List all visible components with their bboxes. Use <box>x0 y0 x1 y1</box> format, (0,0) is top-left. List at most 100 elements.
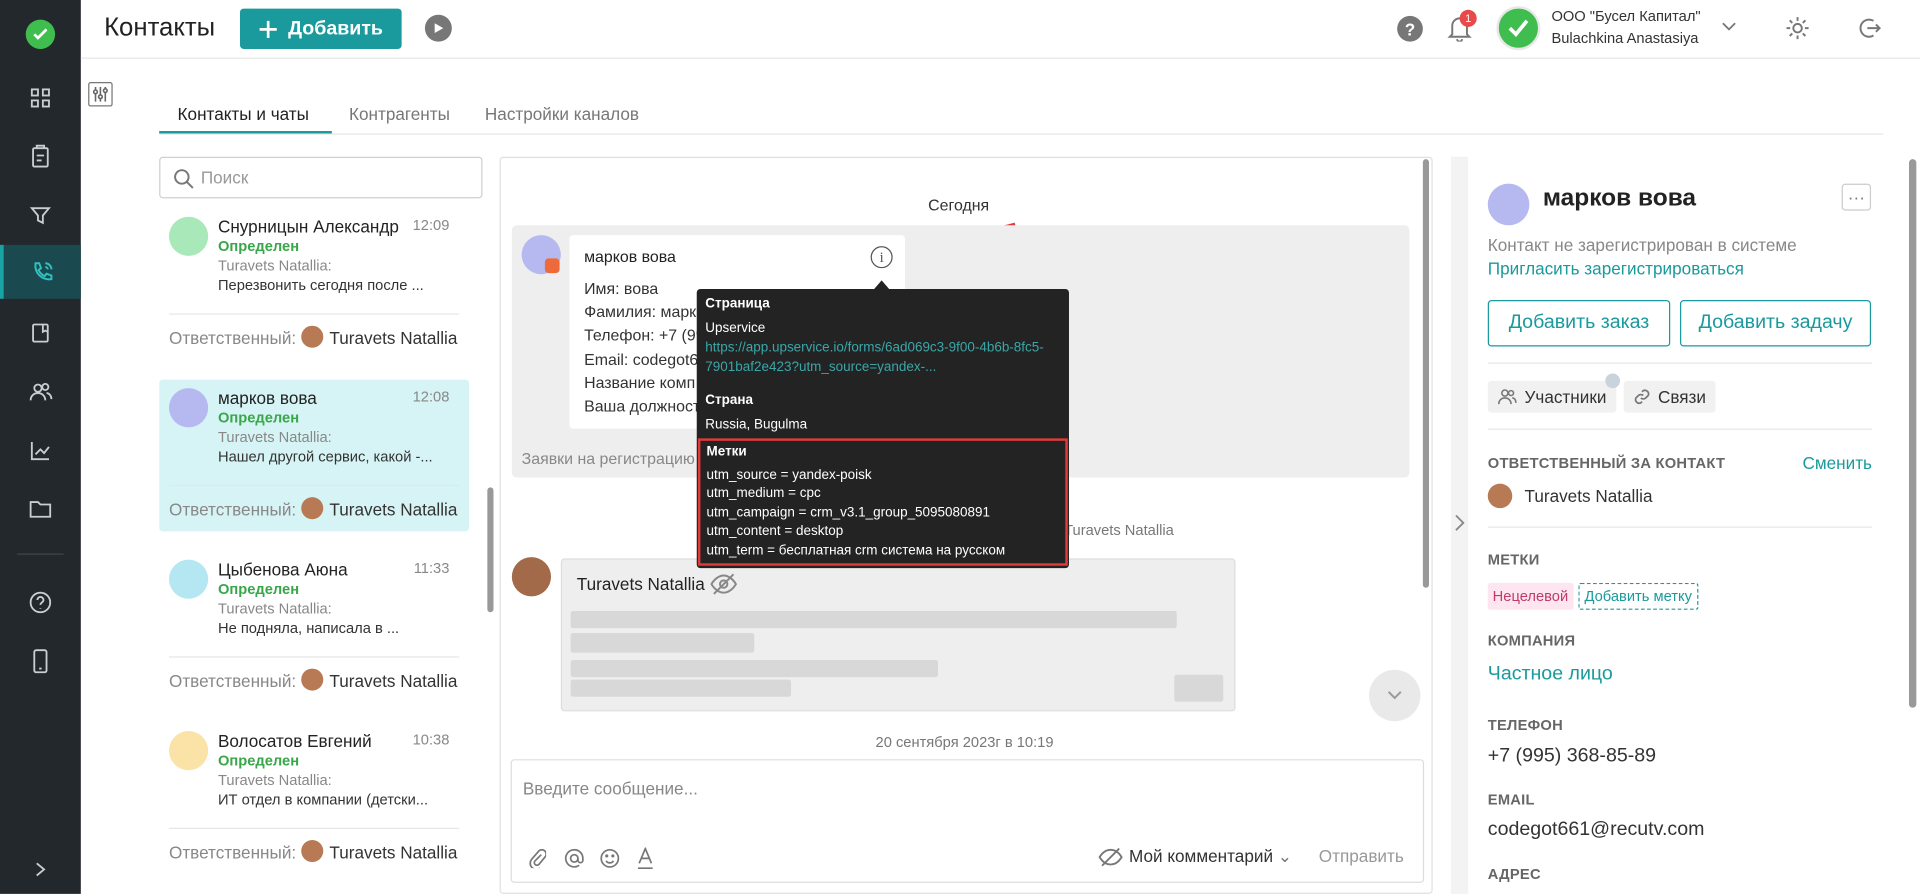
blurred-text <box>1174 674 1224 702</box>
contacts-phone-icon[interactable] <box>0 244 81 299</box>
folder-icon[interactable] <box>0 482 81 536</box>
orders-icon[interactable] <box>0 130 81 184</box>
email-value[interactable]: codegot661@recutv.com <box>1488 819 1705 841</box>
form-line: Телефон: +7 (99 <box>584 325 705 345</box>
last-message: Не подняла, написала в ... <box>217 619 400 637</box>
responsible-avatar <box>301 668 324 691</box>
chevron-down-icon[interactable] <box>1720 21 1737 33</box>
responsible-label: Ответственный: <box>168 328 297 348</box>
responsible-avatar <box>1487 483 1513 509</box>
mobile-icon[interactable] <box>0 634 81 688</box>
form-line: Ваша должност <box>584 396 701 416</box>
book-icon[interactable] <box>0 306 81 360</box>
details-scrollbar[interactable] <box>1908 159 1917 708</box>
help-circle-icon[interactable] <box>0 576 81 630</box>
contact-card[interactable]: Волосатов Евгений 10:38 Определен Turave… <box>159 722 469 875</box>
add-tag-button[interactable]: Добавить метку <box>1578 582 1699 610</box>
last-message: Нашел другой сервис, какой -... <box>217 448 433 466</box>
change-responsible-link[interactable]: Сменить <box>1802 453 1872 473</box>
message-placeholder: Введите сообщение... <box>522 778 698 799</box>
avatar <box>168 559 209 599</box>
contact-card-selected[interactable]: марков вова 12:08 Определен Turavets Nat… <box>159 379 469 532</box>
add-task-button[interactable]: Добавить задачу <box>1680 300 1872 347</box>
send-button[interactable]: Отправить <box>1319 846 1404 866</box>
scroll-down-button[interactable] <box>1368 669 1421 722</box>
card-divider <box>168 484 460 487</box>
mention-icon[interactable] <box>564 848 584 869</box>
add-order-button[interactable]: Добавить заказ <box>1487 300 1671 347</box>
form-line: Email: codegot6 <box>584 350 699 369</box>
company-avatar[interactable] <box>1496 6 1541 51</box>
responsible-label: Ответственный: <box>168 499 297 520</box>
operator-message: Turavets Natallia <box>560 558 1236 712</box>
contact-time: 12:08 <box>412 388 450 406</box>
blurred-text <box>570 660 938 678</box>
responsible-avatar <box>301 840 324 863</box>
logout-icon[interactable] <box>1855 15 1882 42</box>
contact-details-panel: марков вова ··· Контакт не зарегистриров… <box>1468 157 1901 894</box>
company-link[interactable]: Частное лицо <box>1488 664 1613 686</box>
tooltip-page-url[interactable]: https://app.upservice.io/forms/6ad069c3-… <box>705 339 1060 377</box>
collapse-chevron-icon[interactable] <box>1455 514 1465 531</box>
message-author: Turavets Natallia <box>576 574 705 594</box>
info-icon[interactable]: i <box>870 246 893 269</box>
chat-scrollbar[interactable] <box>1422 159 1429 588</box>
sidebar-divider <box>17 553 64 555</box>
add-button[interactable]: Добавить <box>240 8 402 49</box>
last-message: Перезвонить сегодня после ... <box>217 276 424 294</box>
tab-channel-settings[interactable]: Настройки каналов <box>485 104 639 124</box>
contact-list-scrollbar[interactable] <box>487 487 494 613</box>
phone-value[interactable]: +7 (995) 368-85-89 <box>1488 746 1656 768</box>
contact-avatar <box>1487 183 1530 226</box>
participants-button[interactable]: Участники <box>1487 380 1617 413</box>
play-video-icon[interactable] <box>424 14 452 42</box>
contact-time: 12:09 <box>412 216 450 234</box>
message-input[interactable]: Введите сообщение... Мой комментарий ⌄ О… <box>510 759 1425 883</box>
utm-tag: utm_source = yandex-poisk <box>706 467 872 482</box>
attach-icon[interactable] <box>529 848 547 869</box>
app-logo-icon[interactable] <box>25 19 56 49</box>
expand-chevron-icon[interactable] <box>0 842 81 894</box>
filter-sliders-icon[interactable] <box>88 82 113 107</box>
utm-tag: utm_medium = cpc <box>706 486 821 501</box>
notification-badge: 1 <box>1459 9 1477 27</box>
comment-mode-dropdown[interactable]: Мой комментарий ⌄ <box>1129 846 1292 867</box>
contact-card[interactable]: Снурницын Александр 12:09 Определен Tura… <box>159 210 469 361</box>
search-input[interactable]: Поиск <box>159 156 483 199</box>
company-switcher[interactable]: ООО "Бусел Капитал" Bulachkina Anastasiy… <box>1551 5 1700 49</box>
contact-list[interactable]: Снурницын Александр 12:09 Определен Tura… <box>159 210 469 878</box>
funnel-icon[interactable] <box>0 189 81 243</box>
tab-counterparties[interactable]: Контрагенты <box>349 104 450 124</box>
responsible-title: ОТВЕТСТВЕННЫЙ ЗА КОНТАКТ <box>1487 454 1726 472</box>
help-icon[interactable]: ? <box>1397 15 1423 42</box>
dashboard-icon[interactable] <box>0 71 81 125</box>
participants-icon <box>1497 389 1517 405</box>
utm-tag: utm_term = бесплатная crm система на рус… <box>706 543 1006 558</box>
tooltip-country: Russia, Bugulma <box>705 416 808 432</box>
message-date: 20 сентября 2023г в 10:19 <box>875 733 1054 751</box>
chevron-down-icon: ⌄ <box>1277 846 1293 866</box>
links-button[interactable]: Связи <box>1623 380 1716 413</box>
text-format-icon[interactable] <box>637 847 654 870</box>
gear-icon[interactable] <box>1784 15 1811 42</box>
responsible-name: Turavets Natallia <box>329 671 458 691</box>
contact-name: марков вова <box>1542 184 1697 212</box>
emoji-icon[interactable] <box>600 848 620 869</box>
participants-label: Участники <box>1524 386 1607 407</box>
contact-card[interactable]: Цыбенова Аюна 11:33 Определен Turavets N… <box>159 551 469 703</box>
contact-name: Цыбенова Аюна <box>217 559 348 580</box>
utm-tag: utm_campaign = crm_v3.1_group_5095080891 <box>706 505 990 520</box>
card-divider <box>168 827 460 829</box>
tab-contacts-chats[interactable]: Контакты и чаты <box>178 104 309 124</box>
contact-status: Определен <box>217 751 300 769</box>
hidden-eye-icon <box>1098 847 1123 867</box>
users-icon[interactable] <box>0 365 81 419</box>
analytics-icon[interactable] <box>0 424 81 478</box>
contact-status: Определен <box>217 580 300 598</box>
more-options-icon[interactable]: ··· <box>1841 183 1872 211</box>
tag-badge[interactable]: Нецелевой <box>1487 582 1574 610</box>
invite-link[interactable]: Пригласить зарегистрироваться <box>1488 258 1744 278</box>
utm-tags-highlight: Метки utm_source = yandex-poisk utm_medi… <box>697 438 1068 566</box>
phone-title: ТЕЛЕФОН <box>1487 716 1563 734</box>
form-line: Фамилия: марк <box>584 302 697 321</box>
